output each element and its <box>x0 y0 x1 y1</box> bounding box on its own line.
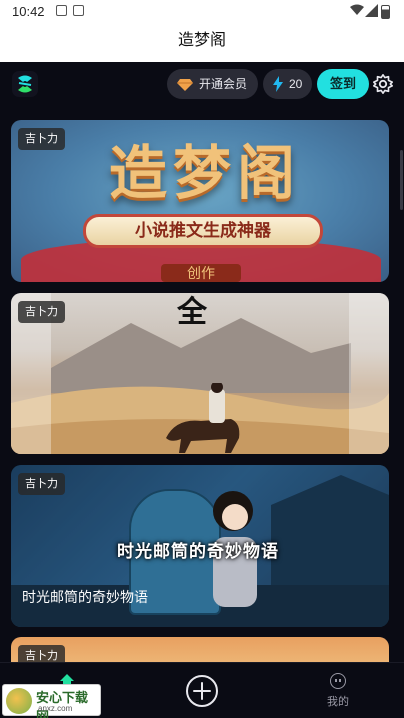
watermark-logo-icon <box>6 688 32 714</box>
settings-gear-icon[interactable] <box>372 73 394 95</box>
title-bar: 造梦阁 <box>0 24 404 62</box>
lightning-icon <box>273 76 283 92</box>
diamond-icon <box>177 79 193 91</box>
nav-me[interactable]: 我的 <box>316 671 360 713</box>
template-card[interactable]: 时光邮筒的奇妙物语 时光邮筒的奇妙物语 吉卜力 <box>11 465 389 627</box>
app-top-bar: 开通会员 20 签到 <box>0 62 404 106</box>
feed-scrollbar[interactable] <box>400 150 403 210</box>
card-caption: 时光邮筒的奇妙物语 <box>22 589 148 605</box>
energy-counter[interactable]: 20 <box>263 69 312 99</box>
signal-icon <box>365 4 378 17</box>
wifi-icon <box>350 4 364 15</box>
status-bar: 10:42 <box>0 0 404 24</box>
plus-icon <box>193 682 211 700</box>
page-title: 造梦阁 <box>177 32 226 49</box>
horse-rider-figure <box>166 383 240 453</box>
style-tag: 吉卜力 <box>18 645 65 662</box>
profile-icon <box>330 673 346 689</box>
banner-stub-text: 创作 <box>161 264 241 282</box>
open-vip-label: 开通会员 <box>199 77 248 91</box>
template-card[interactable]: 吉卜力 <box>11 637 389 662</box>
watermark-url: anxz.com <box>38 704 73 713</box>
style-tag: 吉卜力 <box>18 128 65 150</box>
battery-icon <box>381 5 390 19</box>
nav-me-label: 我的 <box>327 696 349 708</box>
banner-subtitle: 小说推文生成神器 <box>83 214 323 248</box>
create-button[interactable] <box>186 675 218 707</box>
style-tag: 吉卜力 <box>18 301 65 323</box>
app-logo-icon[interactable] <box>12 71 38 97</box>
banner-title: 造梦阁 <box>108 139 301 207</box>
energy-count: 20 <box>289 77 303 91</box>
overlay-text: 全 <box>177 296 207 329</box>
style-tag: 吉卜力 <box>18 473 65 495</box>
notification-b-icon <box>73 5 84 16</box>
template-card[interactable]: 造梦阁 小说推文生成神器 创作 吉卜力 <box>11 120 389 282</box>
open-vip-button[interactable]: 开通会员 <box>167 69 258 99</box>
site-watermark: 安心下载网 anxz.com <box>2 684 101 718</box>
notification-a-icon <box>56 5 67 16</box>
video-subtitle: 时光邮筒的奇妙物语 <box>117 542 279 561</box>
status-time: 10:42 <box>12 4 45 19</box>
template-feed[interactable]: 造梦阁 小说推文生成神器 创作 吉卜力 全 吉卜力 时光邮筒的奇妙物语 时光邮筒… <box>0 106 404 662</box>
sign-in-button[interactable]: 签到 <box>317 69 369 99</box>
watermark-text: 安心下载网 <box>36 690 89 718</box>
template-card[interactable]: 全 吉卜力 <box>11 293 389 454</box>
